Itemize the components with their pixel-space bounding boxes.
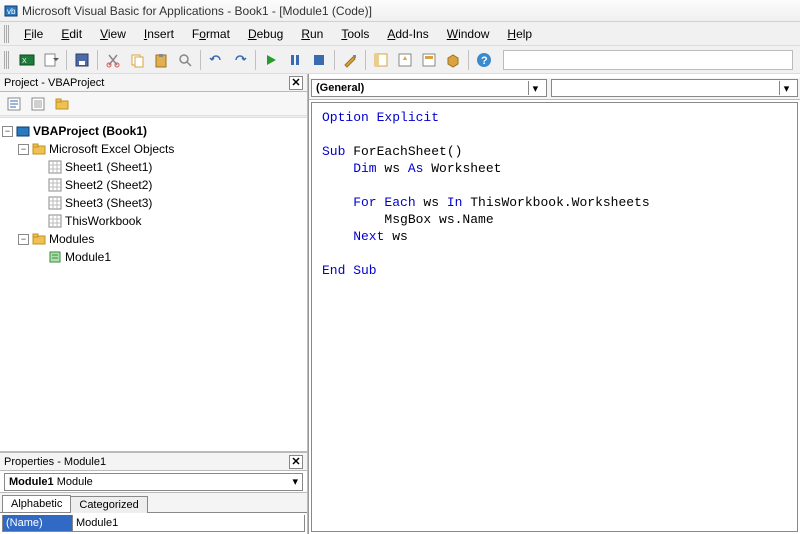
collapse-icon[interactable]: − bbox=[2, 126, 13, 137]
undo-button[interactable] bbox=[205, 49, 227, 71]
code-header: (General) ▾ ▾ bbox=[309, 78, 800, 100]
project-tree[interactable]: − VBAProject (Book1) − Microsoft Excel O… bbox=[0, 118, 307, 452]
paste-button[interactable] bbox=[150, 49, 172, 71]
find-button[interactable] bbox=[174, 49, 196, 71]
toggle-folders-button[interactable] bbox=[52, 94, 72, 114]
view-code-button[interactable] bbox=[4, 94, 24, 114]
project-panel-header: Project - VBAProject ✕ bbox=[0, 74, 307, 92]
search-box[interactable] bbox=[503, 50, 793, 70]
toolbar: X ? bbox=[0, 46, 800, 74]
properties-grid[interactable]: (Name) Module1 bbox=[2, 515, 305, 532]
menu-help[interactable]: Help bbox=[499, 25, 540, 43]
tab-categorized[interactable]: Categorized bbox=[70, 496, 147, 513]
redo-button[interactable] bbox=[229, 49, 251, 71]
procedure-dropdown[interactable]: ▾ bbox=[551, 79, 798, 97]
save-button[interactable] bbox=[71, 49, 93, 71]
menu-handle[interactable] bbox=[4, 25, 10, 43]
run-button[interactable] bbox=[260, 49, 282, 71]
reset-button[interactable] bbox=[308, 49, 330, 71]
tree-excel-objects[interactable]: − Microsoft Excel Objects bbox=[2, 140, 305, 158]
menu-addins[interactable]: Add-Ins bbox=[379, 25, 436, 43]
cut-button[interactable] bbox=[102, 49, 124, 71]
menu-insert[interactable]: Insert bbox=[136, 25, 182, 43]
chevron-down-icon: ▾ bbox=[779, 81, 793, 95]
property-value[interactable]: Module1 bbox=[73, 515, 304, 531]
menu-edit[interactable]: Edit bbox=[53, 25, 90, 43]
tree-sheet2[interactable]: Sheet2 (Sheet2) bbox=[2, 176, 305, 194]
properties-panel-header: Properties - Module1 ✕ bbox=[0, 453, 307, 471]
menu-view[interactable]: View bbox=[92, 25, 134, 43]
tab-alphabetic[interactable]: Alphabetic bbox=[2, 495, 71, 512]
collapse-icon[interactable]: − bbox=[18, 144, 29, 155]
tree-root[interactable]: − VBAProject (Book1) bbox=[2, 122, 305, 140]
chevron-down-icon: ▾ bbox=[292, 475, 298, 488]
properties-panel-title: Properties - Module1 bbox=[4, 456, 106, 468]
folder-icon bbox=[32, 232, 46, 246]
break-button[interactable] bbox=[284, 49, 306, 71]
view-excel-button[interactable]: X bbox=[16, 49, 38, 71]
menu-file[interactable]: File bbox=[16, 25, 51, 43]
window-title: Microsoft Visual Basic for Applications … bbox=[22, 4, 372, 18]
worksheet-icon bbox=[48, 178, 62, 192]
svg-text:vb: vb bbox=[7, 7, 16, 16]
chevron-down-icon: ▾ bbox=[528, 81, 542, 95]
code-editor[interactable]: Option Explicit Sub ForEachSheet() Dim w… bbox=[311, 102, 798, 532]
copy-button[interactable] bbox=[126, 49, 148, 71]
object-dropdown[interactable]: (General) ▾ bbox=[311, 79, 547, 97]
view-object-button[interactable] bbox=[28, 94, 48, 114]
collapse-icon[interactable]: − bbox=[18, 234, 29, 245]
insert-dropdown[interactable] bbox=[40, 49, 62, 71]
project-panel-close[interactable]: ✕ bbox=[289, 76, 303, 90]
help-button[interactable]: ? bbox=[473, 49, 495, 71]
property-key: (Name) bbox=[3, 515, 73, 531]
properties-window-button[interactable] bbox=[394, 49, 416, 71]
menu-format[interactable]: Format bbox=[184, 25, 238, 43]
project-panel-title: Project - VBAProject bbox=[4, 77, 104, 89]
module-icon bbox=[48, 250, 62, 264]
title-bar: vb Microsoft Visual Basic for Applicatio… bbox=[0, 0, 800, 22]
project-toolbar bbox=[0, 92, 307, 116]
worksheet-icon bbox=[48, 196, 62, 210]
menu-tools[interactable]: Tools bbox=[333, 25, 377, 43]
project-explorer-button[interactable] bbox=[370, 49, 392, 71]
svg-text:X: X bbox=[22, 58, 27, 65]
properties-tabs: Alphabetic Categorized bbox=[0, 493, 307, 513]
menu-window[interactable]: Window bbox=[439, 25, 498, 43]
vba-project-icon bbox=[16, 124, 30, 138]
svg-text:?: ? bbox=[481, 55, 488, 67]
worksheet-icon bbox=[48, 160, 62, 174]
menu-debug[interactable]: Debug bbox=[240, 25, 291, 43]
toolbar-handle[interactable] bbox=[4, 51, 10, 69]
tree-sheet3[interactable]: Sheet3 (Sheet3) bbox=[2, 194, 305, 212]
toolbox-button[interactable] bbox=[442, 49, 464, 71]
workbook-icon bbox=[48, 214, 62, 228]
tree-sheet1[interactable]: Sheet1 (Sheet1) bbox=[2, 158, 305, 176]
vba-app-icon: vb bbox=[4, 4, 18, 18]
menu-bar: File Edit View Insert Format Debug Run T… bbox=[0, 22, 800, 46]
property-row-name[interactable]: (Name) Module1 bbox=[3, 515, 304, 531]
tree-module1[interactable]: Module1 bbox=[2, 248, 305, 266]
menu-run[interactable]: Run bbox=[293, 25, 331, 43]
tree-thisworkbook[interactable]: ThisWorkbook bbox=[2, 212, 305, 230]
properties-panel-close[interactable]: ✕ bbox=[289, 455, 303, 469]
folder-icon bbox=[32, 142, 46, 156]
object-browser-button[interactable] bbox=[418, 49, 440, 71]
design-mode-button[interactable] bbox=[339, 49, 361, 71]
tree-modules-folder[interactable]: − Modules bbox=[2, 230, 305, 248]
search-input[interactable] bbox=[503, 50, 793, 70]
properties-object-selector[interactable]: Module1 Module ▾ bbox=[0, 471, 307, 493]
